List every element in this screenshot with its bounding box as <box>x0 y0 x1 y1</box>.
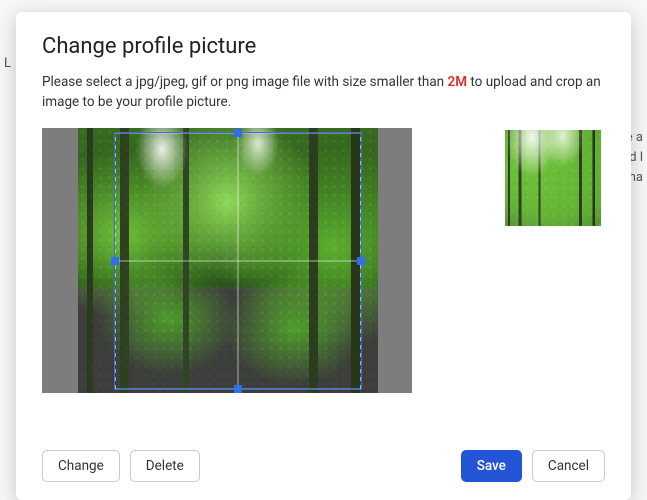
bg-fragment: d l <box>629 150 643 165</box>
instruction-text-pre: Please select a jpg/jpeg, gif or png ima… <box>42 74 447 90</box>
size-limit: 2M <box>447 74 467 90</box>
crop-handle-left[interactable] <box>111 257 119 265</box>
crop-workarea <box>42 128 605 434</box>
delete-button[interactable]: Delete <box>130 450 200 482</box>
dialog-footer: Change Delete Save Cancel <box>42 450 605 482</box>
change-profile-picture-dialog: Change profile picture Please select a j… <box>16 12 631 500</box>
dialog-title: Change profile picture <box>42 34 605 59</box>
crop-stage[interactable] <box>42 128 412 393</box>
save-button[interactable]: Save <box>461 450 522 482</box>
profile-preview <box>505 130 601 226</box>
crop-handle-right[interactable] <box>357 257 365 265</box>
cancel-button[interactable]: Cancel <box>532 450 605 482</box>
bg-fragment: L <box>4 56 11 71</box>
crop-grid <box>115 133 361 389</box>
crop-handle-bottom[interactable] <box>234 385 242 393</box>
dialog-instruction: Please select a jpg/jpeg, gif or png ima… <box>42 73 605 112</box>
crop-handle-top[interactable] <box>234 129 242 137</box>
crop-selection[interactable] <box>114 132 362 390</box>
change-button[interactable]: Change <box>42 450 120 482</box>
